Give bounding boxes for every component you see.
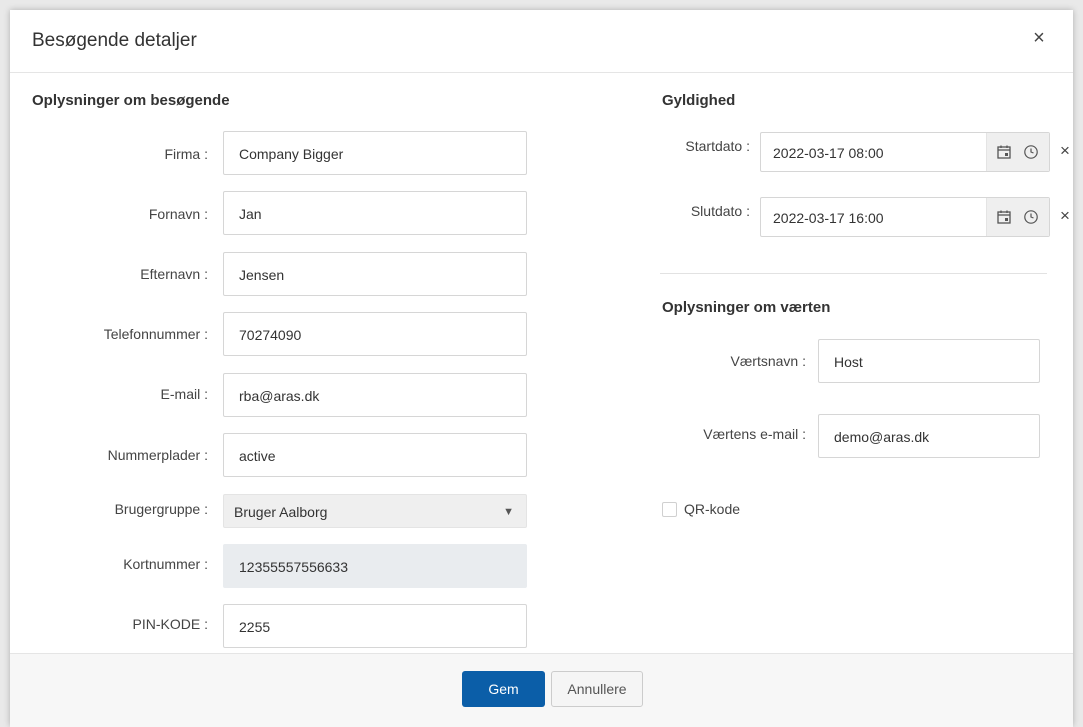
start-date-label: Startdato :: [685, 138, 750, 154]
dialog-title: Besøgende detaljer: [32, 30, 197, 51]
phone-label: Telefonnummer :: [103, 326, 208, 342]
dialog-footer: Gem Annullere: [10, 653, 1073, 727]
start-date-input[interactable]: 2022-03-17 08:00: [760, 132, 1050, 172]
end-date-input[interactable]: 2022-03-17 16:00: [760, 197, 1050, 237]
phone-input[interactable]: 70274090: [223, 312, 527, 356]
clear-end-date-icon[interactable]: ×: [1060, 206, 1070, 226]
last-name-input[interactable]: Jensen: [223, 252, 527, 296]
user-group-label: Brugergruppe :: [114, 501, 208, 517]
email-input[interactable]: rba@aras.dk: [223, 373, 527, 417]
dialog-header: Besøgende detaljer ×: [10, 10, 1073, 73]
clear-start-date-icon[interactable]: ×: [1060, 141, 1070, 161]
card-number-label: Kortnummer :: [123, 556, 208, 572]
host-email-input[interactable]: demo@aras.dk: [818, 414, 1040, 458]
host-section-title: Oplysninger om værten: [662, 299, 831, 316]
clock-icon[interactable]: [1023, 209, 1039, 225]
close-icon[interactable]: ×: [1027, 26, 1051, 50]
user-group-select[interactable]: Bruger Aalborg ▼: [223, 494, 527, 528]
visitor-section-title: Oplysninger om besøgende: [32, 92, 230, 109]
company-label: Firma :: [164, 146, 208, 162]
plates-input[interactable]: active: [223, 433, 527, 477]
plates-label: Nummerplader :: [107, 447, 208, 463]
first-name-label: Fornavn :: [148, 206, 208, 222]
host-name-label: Værtsnavn :: [730, 353, 806, 369]
card-number-input: 12355557556633: [223, 544, 527, 588]
pin-input[interactable]: 2255: [223, 604, 527, 648]
clock-icon[interactable]: [1023, 144, 1039, 160]
section-divider: [660, 273, 1047, 274]
end-date-value: 2022-03-17 16:00: [773, 210, 884, 226]
dropdown-arrow-icon: ▼: [503, 506, 514, 518]
first-name-input[interactable]: Jan: [223, 191, 527, 235]
visitor-details-dialog: Besøgende detaljer × Oplysninger om besø…: [10, 10, 1073, 727]
end-date-addon: [986, 198, 1049, 236]
validity-section-title: Gyldighed: [662, 92, 736, 109]
start-date-value: 2022-03-17 08:00: [773, 145, 884, 161]
email-label: E-mail :: [160, 386, 208, 402]
host-name-input[interactable]: Host: [818, 339, 1040, 383]
qr-code-checkbox[interactable]: [662, 502, 677, 517]
qr-code-label: QR-kode: [684, 501, 741, 517]
company-input[interactable]: Company Bigger: [223, 131, 527, 175]
pin-label: PIN-KODE :: [132, 616, 208, 632]
calendar-icon[interactable]: [996, 144, 1012, 160]
user-group-value: Bruger Aalborg: [234, 504, 328, 520]
save-button[interactable]: Gem: [462, 671, 545, 707]
host-email-label: Værtens e-mail :: [703, 426, 806, 442]
last-name-label: Efternavn :: [140, 266, 208, 282]
calendar-icon[interactable]: [996, 209, 1012, 225]
end-date-label: Slutdato :: [690, 203, 750, 219]
start-date-addon: [986, 133, 1049, 171]
cancel-button[interactable]: Annullere: [551, 671, 643, 707]
